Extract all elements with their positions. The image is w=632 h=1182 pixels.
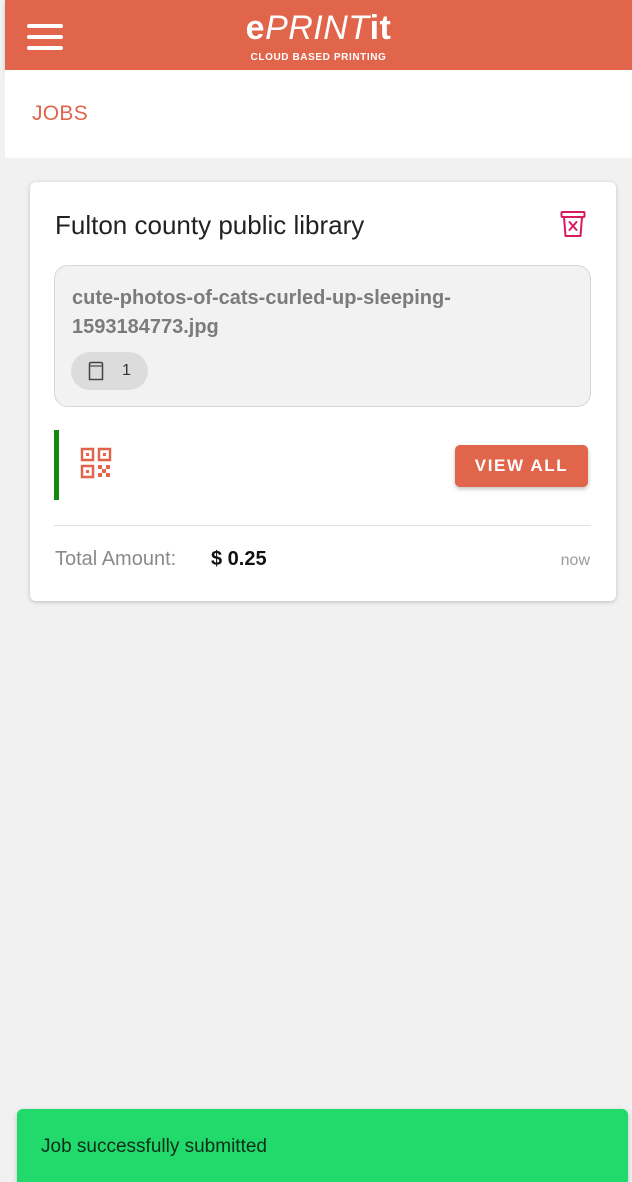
file-item: cute-photos-of-cats-curled-up-sleeping-1… [54, 265, 591, 407]
logo-it: it [369, 9, 392, 47]
snackbar-message: Job successfully submitted [41, 1136, 267, 1157]
logo-print: PRINT [265, 9, 370, 47]
file-name: cute-photos-of-cats-curled-up-sleeping-1… [72, 287, 451, 338]
app-logo: ePRINTit CLOUD BASED PRINTING [5, 0, 632, 70]
status-indicator [54, 430, 59, 500]
delete-bin-icon[interactable] [560, 210, 586, 238]
job-timestamp: now [560, 552, 590, 569]
divider [54, 525, 591, 526]
app-bar: ePRINTit CLOUD BASED PRINTING [5, 0, 632, 70]
paper-icon [88, 361, 104, 381]
success-snackbar: Job successfully submitted [17, 1109, 628, 1182]
job-location-title: Fulton county public library [55, 210, 365, 240]
total-amount-value: $ 0.25 [211, 548, 267, 570]
logo-tagline: CLOUD BASED PRINTING [250, 52, 387, 63]
page-title: JOBS [32, 102, 89, 125]
job-card: Fulton county public library cute-photos… [30, 182, 616, 601]
logo-wordmark: ePRINTit [5, 8, 632, 48]
total-amount-label: Total Amount: [55, 548, 177, 570]
qr-code-icon[interactable] [80, 447, 112, 480]
copies-chip: 1 [71, 352, 148, 390]
logo-e: e [245, 9, 266, 47]
copies-count: 1 [122, 362, 131, 379]
view-all-button[interactable]: VIEW ALL [455, 445, 588, 487]
page-header: JOBS [5, 70, 632, 158]
